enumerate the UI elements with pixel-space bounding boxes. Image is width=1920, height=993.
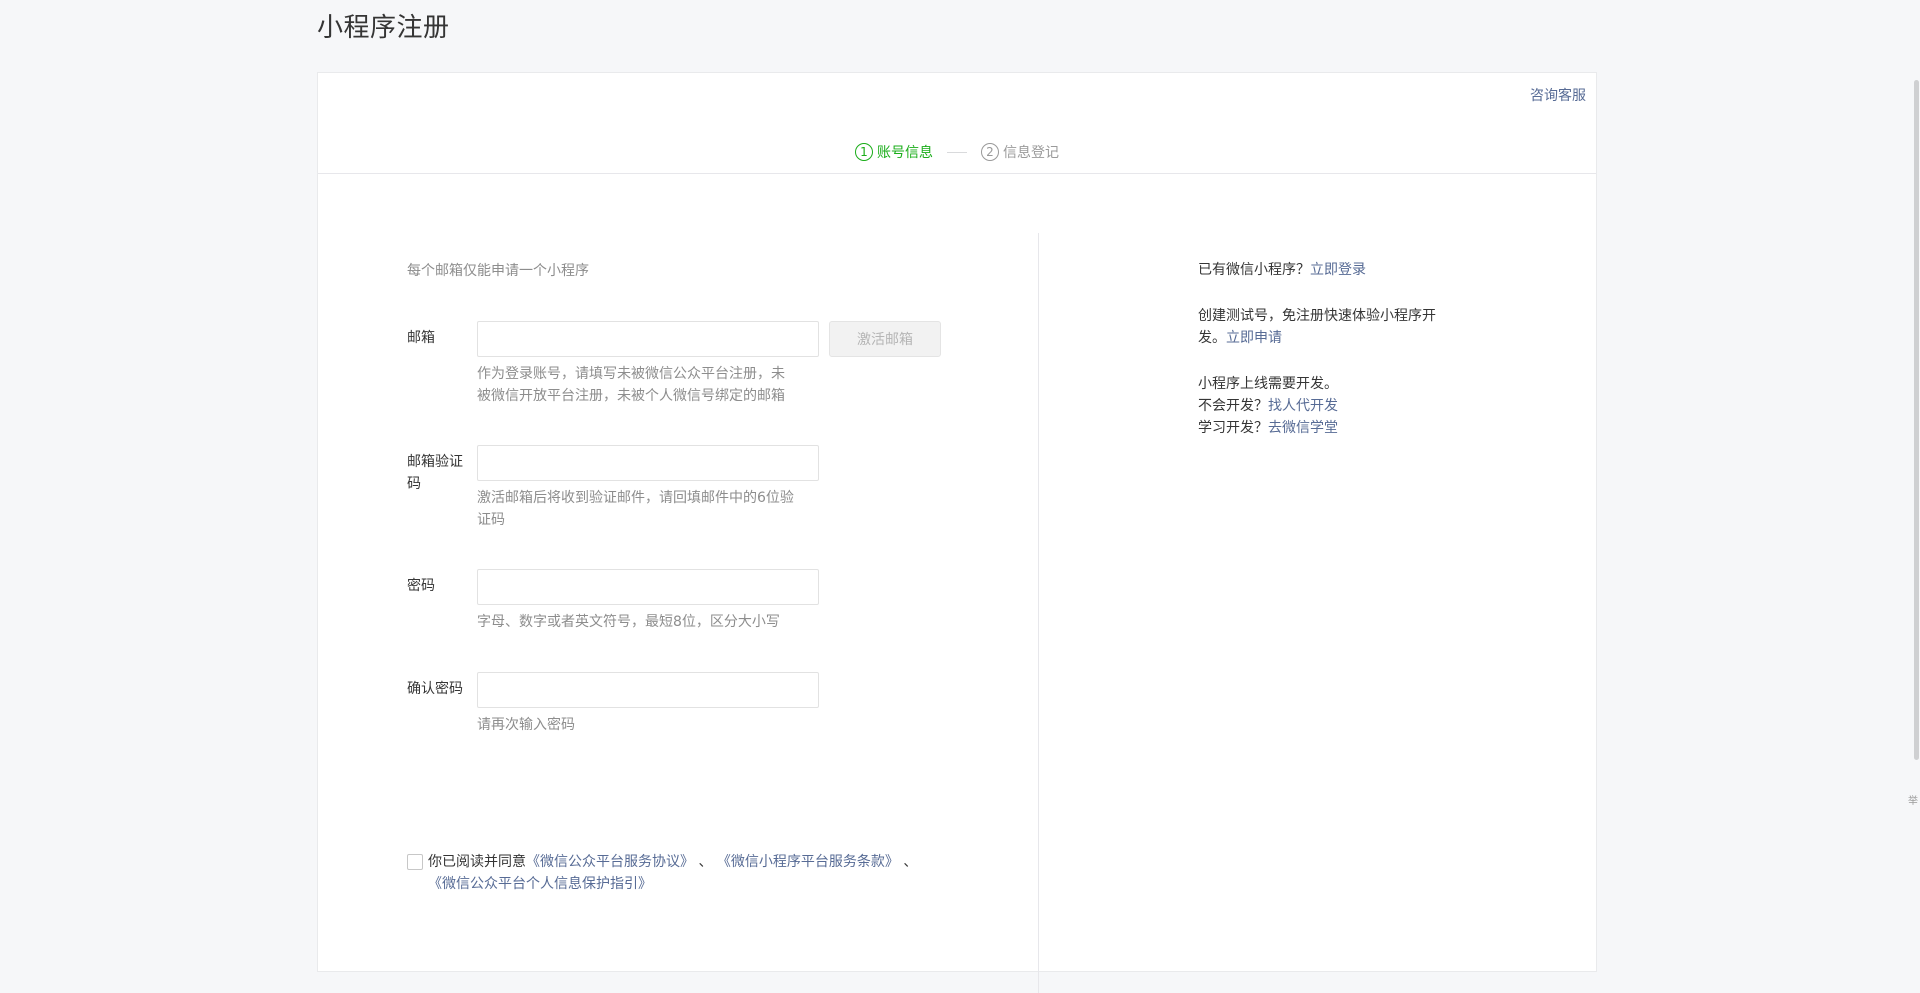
report-tab[interactable]: 举 <box>1908 792 1918 807</box>
step-label-info-registration: 信息登记 <box>1003 145 1059 161</box>
learn-prefix: 学习开发？ <box>1198 420 1268 436</box>
email-field-wrap: 激活邮箱 作为登录账号，请填写未被微信公众平台注册，未被微信开放平台注册，未被个… <box>477 321 941 407</box>
wechat-academy-link[interactable]: 去微信学堂 <box>1268 420 1338 436</box>
email-code-hint: 激活邮箱后将收到验证邮件，请回填邮件中的6位验证码 <box>477 490 794 528</box>
agreement: 你已阅读并同意《微信公众平台服务协议》 、 《微信小程序平台服务条款》 、 《微… <box>407 851 967 895</box>
info-sidebar: 已有微信小程序？立即登录 创建测试号，免注册快速体验小程序开发。立即申请 小程序… <box>1198 259 1458 463</box>
activate-email-button[interactable]: 激活邮箱 <box>829 321 941 357</box>
dev-note: 小程序上线需要开发。 <box>1198 376 1338 392</box>
hire-prefix: 不会开发？ <box>1198 398 1268 414</box>
step-number-1: 1 <box>855 143 873 161</box>
register-card: 咨询客服 1 账号信息 2 信息登记 每个邮箱仅能申请一个小程序 邮箱 激活邮箱… <box>317 72 1597 993</box>
service-agreement-link[interactable]: 《微信公众平台服务协议》 <box>526 854 694 870</box>
confirm-password-hint: 请再次输入密码 <box>477 717 575 733</box>
learn-line: 学习开发？去微信学堂 <box>1198 417 1458 439</box>
step-label-account-info: 账号信息 <box>877 145 933 161</box>
step-info-registration: 2 信息登记 <box>981 142 1059 162</box>
password-field-wrap: 字母、数字或者英文符号，最短8位，区分大小写 <box>477 569 819 633</box>
confirm-password-label: 确认密码 <box>407 681 463 697</box>
steps-divider <box>318 173 1596 174</box>
login-link[interactable]: 立即登录 <box>1310 262 1366 278</box>
login-prefix: 已有微信小程序？ <box>1198 262 1310 278</box>
dev-block: 小程序上线需要开发。 不会开发？找人代开发 学习开发？去微信学堂 <box>1198 373 1458 439</box>
password-input[interactable] <box>477 569 819 605</box>
agreement-prefix: 你已阅读并同意 <box>428 854 526 870</box>
agreement-checkbox[interactable] <box>407 854 423 870</box>
email-code-input[interactable] <box>477 445 819 481</box>
email-code-field-wrap: 激活邮箱后将收到验证邮件，请回填邮件中的6位验证码 <box>477 445 819 531</box>
step-number-2: 2 <box>981 143 999 161</box>
miniprogram-terms-link[interactable]: 《微信小程序平台服务条款》 <box>717 854 899 870</box>
step-account-info: 1 账号信息 <box>855 142 933 162</box>
scroll-thumb[interactable] <box>1914 80 1919 760</box>
agreement-separator: 、 <box>698 854 713 870</box>
test-account-block: 创建测试号，免注册快速体验小程序开发。立即申请 <box>1198 305 1458 349</box>
step-separator <box>947 151 967 153</box>
email-code-label: 邮箱验证码 <box>407 454 463 492</box>
customer-service-link[interactable]: 咨询客服 <box>1530 85 1586 105</box>
privacy-guide-link[interactable]: 《微信公众平台个人信息保护指引》 <box>428 876 652 892</box>
password-hint: 字母、数字或者英文符号，最短8位，区分大小写 <box>477 614 780 630</box>
agreement-text: 你已阅读并同意《微信公众平台服务协议》 、 《微信小程序平台服务条款》 、 《微… <box>428 851 967 895</box>
step-indicator: 1 账号信息 2 信息登记 <box>318 137 1596 167</box>
hire-developer-link[interactable]: 找人代开发 <box>1268 398 1338 414</box>
page-scrollbar[interactable] <box>1912 0 1920 911</box>
form-tip: 每个邮箱仅能申请一个小程序 <box>407 263 589 279</box>
login-block: 已有微信小程序？立即登录 <box>1198 259 1458 281</box>
page-title: 小程序注册 <box>317 13 450 43</box>
email-input[interactable] <box>477 321 819 357</box>
agreement-separator: 、 <box>903 854 918 870</box>
confirm-password-field-wrap: 请再次输入密码 <box>477 672 819 736</box>
hire-line: 不会开发？找人代开发 <box>1198 395 1458 417</box>
apply-test-link[interactable]: 立即申请 <box>1226 330 1282 346</box>
register-form: 每个邮箱仅能申请一个小程序 邮箱 激活邮箱 作为登录账号，请填写未被微信公众平台… <box>407 259 967 733</box>
password-label: 密码 <box>407 578 435 594</box>
email-hint: 作为登录账号，请填写未被微信公众平台注册，未被微信开放平台注册，未被个人微信号绑… <box>477 366 785 404</box>
column-divider <box>1038 233 1039 993</box>
confirm-password-input[interactable] <box>477 672 819 708</box>
email-label: 邮箱 <box>407 330 435 346</box>
